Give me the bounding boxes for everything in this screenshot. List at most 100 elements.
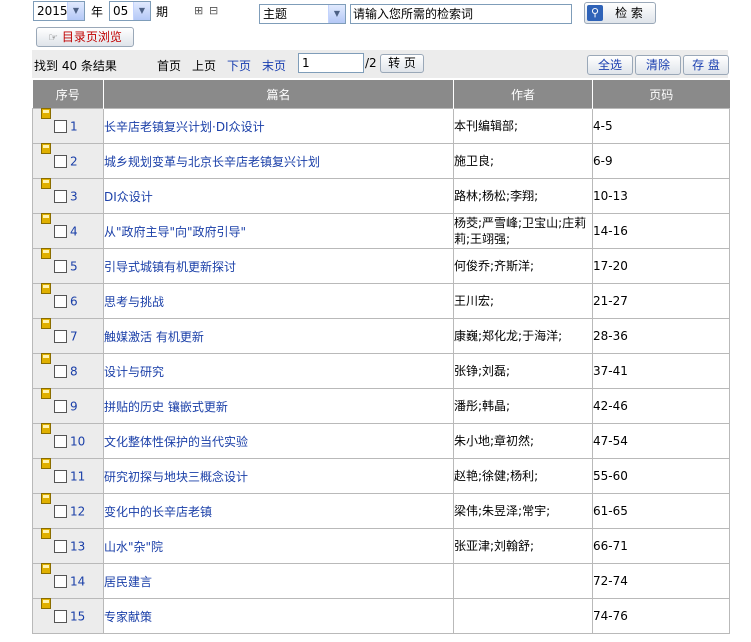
article-authors[interactable]: 本刊编辑部;	[453, 108, 593, 144]
expand-icon[interactable]: ⊞	[194, 4, 203, 17]
database-icon[interactable]	[41, 562, 51, 574]
table-row: 5 引导式城镇有机更新探讨 何俊乔;齐斯洋; 17-20	[32, 247, 730, 284]
last-page-link[interactable]: 末页	[262, 57, 286, 74]
row-checkbox[interactable]	[54, 574, 67, 588]
article-title-link[interactable]: 变化中的长辛店老镇	[103, 493, 454, 529]
article-title-link[interactable]: DI众设计	[103, 178, 454, 214]
database-icon[interactable]	[41, 527, 51, 539]
article-authors[interactable]: 康巍;郑化龙;于海洋;	[453, 318, 593, 354]
database-icon[interactable]	[41, 282, 51, 294]
article-authors[interactable]: 路林;杨松;李翔;	[453, 178, 593, 214]
database-icon[interactable]	[41, 177, 51, 189]
field-select[interactable]: 主题 ▼	[259, 4, 346, 24]
article-title-link[interactable]: 拼贴的历史 镶嵌式更新	[103, 388, 454, 424]
article-pages: 61-65	[592, 493, 730, 529]
go-page-label: 转 页	[388, 56, 416, 70]
article-authors[interactable]: 杨茭;严雪峰;卫宝山;庄莉莉;王翊强;	[453, 213, 593, 249]
table-row: 4 从"政府主导"向"政府引导" 杨茭;严雪峰;卫宝山;庄莉莉;王翊强; 14-16	[32, 212, 730, 249]
database-icon[interactable]	[41, 387, 51, 399]
row-checkbox[interactable]	[54, 154, 67, 168]
article-pages: 17-20	[592, 248, 730, 284]
article-authors[interactable]	[453, 598, 593, 634]
row-index-cell: 11	[32, 457, 104, 494]
article-authors[interactable]: 朱小地;章初然;	[453, 423, 593, 459]
article-pages: 14-16	[592, 213, 730, 249]
clear-button[interactable]: 清除	[635, 55, 681, 75]
row-checkbox[interactable]	[54, 364, 67, 378]
article-authors[interactable]: 张亚津;刘翰舒;	[453, 528, 593, 564]
database-icon[interactable]	[41, 457, 51, 469]
row-checkbox[interactable]	[54, 294, 67, 308]
database-icon[interactable]	[41, 142, 51, 154]
row-checkbox[interactable]	[54, 399, 67, 413]
row-checkbox[interactable]	[54, 119, 67, 133]
row-checkbox[interactable]	[54, 469, 67, 483]
article-authors[interactable]: 潘彤;韩晶;	[453, 388, 593, 424]
article-pages: 28-36	[592, 318, 730, 354]
article-authors[interactable]: 张铮;刘磊;	[453, 353, 593, 389]
row-checkbox[interactable]	[54, 609, 67, 623]
row-index-cell: 12	[32, 492, 104, 529]
search-button[interactable]: ⚲ 检 索	[584, 2, 656, 24]
year-value: 2015	[37, 4, 68, 18]
collapse-icon[interactable]: ⊟	[209, 4, 218, 17]
article-authors[interactable]: 王川宏;	[453, 283, 593, 319]
article-title-link[interactable]: 山水"杂"院	[103, 528, 454, 564]
header-title[interactable]: 篇名	[103, 80, 454, 109]
article-authors[interactable]: 何俊乔;齐斯洋;	[453, 248, 593, 284]
article-title-link[interactable]: 思考与挑战	[103, 283, 454, 319]
header-pages[interactable]: 页码	[592, 80, 730, 109]
table-row: 15 专家献策 74-76	[32, 597, 730, 634]
go-page-button[interactable]: 转 页	[380, 54, 424, 73]
database-icon[interactable]	[41, 247, 51, 259]
article-title-link[interactable]: 引导式城镇有机更新探讨	[103, 248, 454, 284]
year-select[interactable]: 2015 ▼	[33, 1, 85, 21]
select-all-button[interactable]: 全选	[587, 55, 633, 75]
database-icon[interactable]	[41, 107, 51, 119]
toc-browse-label: 目录页浏览	[61, 30, 122, 44]
header-author[interactable]: 作者	[453, 80, 593, 109]
article-title-link[interactable]: 专家献策	[103, 598, 454, 634]
toc-browse-button[interactable]: ☞ 目录页浏览	[36, 27, 134, 47]
prev-page-link[interactable]: 上页	[192, 57, 216, 74]
article-authors[interactable]	[453, 563, 593, 599]
article-title-link[interactable]: 研究初探与地块三概念设计	[103, 458, 454, 494]
field-value: 主题	[263, 7, 288, 21]
article-title-link[interactable]: 设计与研究	[103, 353, 454, 389]
database-icon[interactable]	[41, 212, 51, 224]
result-count: 找到 40 条结果	[34, 59, 117, 73]
article-authors[interactable]: 赵艳;徐健;杨利;	[453, 458, 593, 494]
row-checkbox[interactable]	[54, 189, 67, 203]
article-title-link[interactable]: 从"政府主导"向"政府引导"	[103, 213, 454, 249]
database-icon[interactable]	[41, 352, 51, 364]
issue-select[interactable]: 05 ▼	[109, 1, 151, 21]
article-pages: 6-9	[592, 143, 730, 179]
row-checkbox[interactable]	[54, 504, 67, 518]
row-index-cell: 5	[32, 247, 104, 284]
search-input[interactable]: 请输入您所需的检索词	[350, 4, 572, 24]
database-icon[interactable]	[41, 317, 51, 329]
article-title-link[interactable]: 城乡规划变革与北京长辛店老镇复兴计划	[103, 143, 454, 179]
article-title-link[interactable]: 触媒激活 有机更新	[103, 318, 454, 354]
article-pages: 42-46	[592, 388, 730, 424]
database-icon[interactable]	[41, 492, 51, 504]
article-authors[interactable]: 施卫良;	[453, 143, 593, 179]
article-title-link[interactable]: 长辛店老镇复兴计划·DI众设计	[103, 108, 454, 144]
article-pages: 72-74	[592, 563, 730, 599]
row-checkbox[interactable]	[54, 329, 67, 343]
database-icon[interactable]	[41, 597, 51, 609]
database-icon[interactable]	[41, 422, 51, 434]
row-checkbox[interactable]	[54, 224, 67, 238]
first-page-link[interactable]: 首页	[157, 57, 181, 74]
article-pages: 10-13	[592, 178, 730, 214]
row-index-cell: 10	[32, 422, 104, 459]
row-checkbox[interactable]	[54, 259, 67, 273]
article-title-link[interactable]: 居民建言	[103, 563, 454, 599]
article-authors[interactable]: 梁伟;朱昱泽;常宇;	[453, 493, 593, 529]
save-button[interactable]: 存 盘	[683, 55, 729, 75]
article-title-link[interactable]: 文化整体性保护的当代实验	[103, 423, 454, 459]
page-number-input[interactable]: 1	[298, 53, 364, 73]
row-checkbox[interactable]	[54, 434, 67, 448]
row-checkbox[interactable]	[54, 539, 67, 553]
next-page-link[interactable]: 下页	[227, 57, 251, 74]
